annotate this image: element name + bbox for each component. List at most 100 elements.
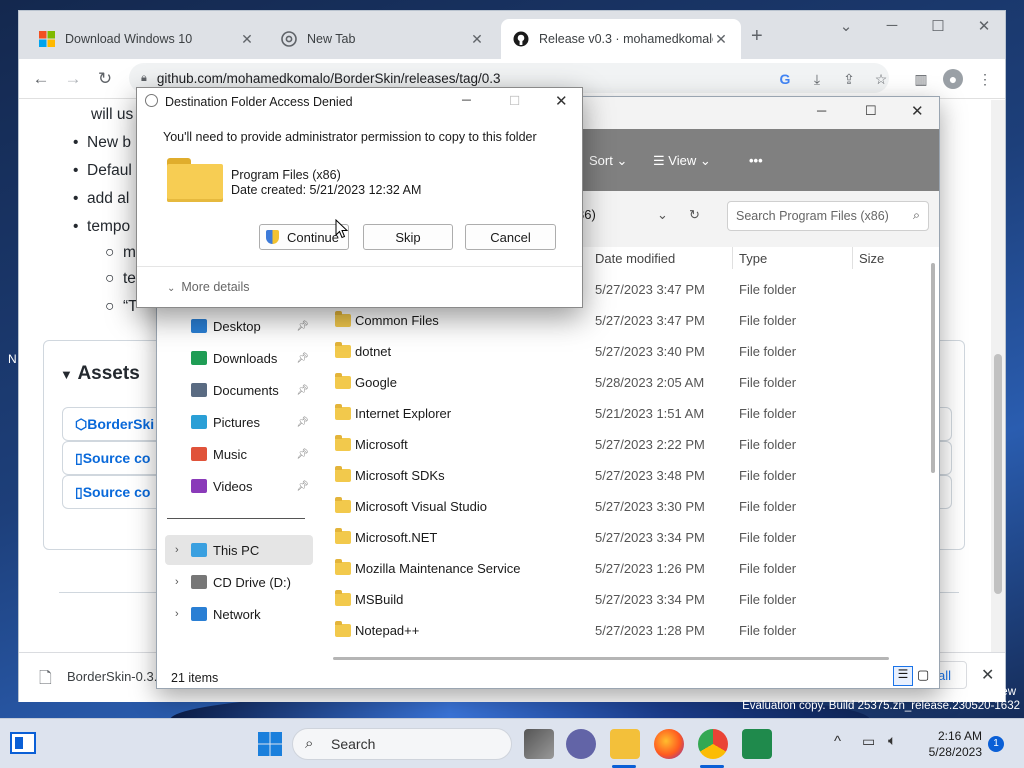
page-scrollbar[interactable] bbox=[991, 100, 1005, 652]
skip-button[interactable]: Skip bbox=[363, 224, 453, 250]
file-row[interactable]: Microsoft Visual Studio 5/27/2023 3:30 PM… bbox=[333, 492, 923, 523]
close-tab-icon[interactable]: ✕ bbox=[713, 31, 729, 48]
windows-logo-icon bbox=[39, 31, 55, 47]
close-window-icon[interactable]: ✕ bbox=[911, 102, 924, 120]
close-window-icon[interactable]: ✕ bbox=[969, 17, 999, 39]
nav-item-label: Pictures bbox=[213, 414, 260, 430]
side-panel-icon[interactable]: ▥ bbox=[911, 69, 931, 89]
store-icon[interactable] bbox=[742, 729, 772, 759]
chevron-right-icon[interactable]: › bbox=[175, 544, 179, 556]
start-windows-icon[interactable] bbox=[255, 729, 285, 759]
file-explorer-icon[interactable] bbox=[610, 729, 640, 759]
nav-item-desktop[interactable]: Desktop 📌︎ bbox=[165, 311, 313, 341]
file-row[interactable]: Notepad++ 5/27/2023 1:28 PM File folder bbox=[333, 616, 923, 647]
nav-item-downloads[interactable]: Downloads 📌︎ bbox=[165, 343, 313, 373]
list-scrollbar[interactable] bbox=[931, 263, 935, 473]
horizontal-scrollbar[interactable] bbox=[333, 657, 889, 660]
refresh-icon[interactable]: ↻ bbox=[689, 207, 700, 223]
bookmark-star-icon[interactable]: ☆ bbox=[871, 69, 891, 89]
folder-name: Program Files (x86) bbox=[231, 168, 341, 182]
cancel-button[interactable]: Cancel bbox=[465, 224, 556, 250]
pin-icon[interactable]: 📌︎ bbox=[296, 385, 309, 396]
maximize-icon[interactable]: ☐ bbox=[923, 17, 953, 39]
minimize-icon[interactable]: ─ bbox=[462, 93, 471, 107]
widgets-icon[interactable] bbox=[10, 732, 36, 754]
close-tab-icon[interactable]: ✕ bbox=[239, 31, 255, 48]
text-line: will us bbox=[91, 106, 134, 123]
show-hidden-icons-icon[interactable]: ^ bbox=[834, 733, 841, 750]
chevron-right-icon[interactable]: › bbox=[175, 608, 179, 620]
reload-icon[interactable]: ↻ bbox=[93, 67, 117, 91]
details-view-icon[interactable]: ☰ bbox=[893, 666, 913, 686]
profile-avatar-icon[interactable]: ● bbox=[943, 69, 963, 89]
more-details-toggle[interactable]: ⌄ More details bbox=[167, 280, 249, 294]
nav-item-music[interactable]: Music 📌︎ bbox=[165, 439, 313, 469]
nav-item-videos[interactable]: Videos 📌︎ bbox=[165, 471, 313, 501]
file-date: 5/21/2023 1:51 AM bbox=[595, 406, 705, 421]
download-item[interactable]: BorderSkin-0.3.: bbox=[67, 669, 161, 684]
tree-item-this-pc[interactable]: › This PC bbox=[165, 535, 313, 565]
tab-release[interactable]: Release v0.3 · mohamedkomalo/ ✕ bbox=[501, 19, 741, 59]
tree-item-cd-drive-d[interactable]: › CD Drive (D:) bbox=[165, 567, 313, 597]
volume-icon[interactable]: 🔈︎ bbox=[888, 732, 896, 749]
column-date-modified[interactable]: Date modified bbox=[595, 251, 675, 266]
taskbar-search[interactable]: ⌕ Search bbox=[292, 728, 512, 760]
task-view-icon[interactable] bbox=[524, 729, 554, 759]
tree-item-network[interactable]: › Network bbox=[165, 599, 313, 629]
pin-icon[interactable]: 📌︎ bbox=[296, 321, 309, 332]
menu-kebab-icon[interactable]: ⋮ bbox=[975, 69, 995, 89]
back-icon[interactable]: ← bbox=[29, 67, 53, 91]
text-line: ○ te bbox=[105, 270, 136, 287]
minimize-icon[interactable]: ─ bbox=[817, 103, 826, 118]
tab-new-tab[interactable]: New Tab ✕ bbox=[269, 19, 497, 59]
pin-icon[interactable]: 📌︎ bbox=[296, 481, 309, 492]
view-button[interactable]: ☰ View ⌄ bbox=[653, 153, 711, 169]
install-app-icon[interactable]: ⤓ bbox=[807, 69, 827, 89]
scrollbar-thumb[interactable] bbox=[994, 354, 1002, 594]
more-options-icon[interactable]: ••• bbox=[749, 153, 763, 168]
file-row[interactable]: Common Files 5/27/2023 3:47 PM File folder bbox=[333, 306, 923, 337]
tab-download-windows[interactable]: Download Windows 10 ✕ bbox=[27, 19, 267, 59]
pin-icon[interactable]: 📌︎ bbox=[296, 449, 309, 460]
nav-item-pictures[interactable]: Pictures 📌︎ bbox=[165, 407, 313, 437]
file-row[interactable]: Mozilla Maintenance Service 5/27/2023 1:2… bbox=[333, 554, 923, 585]
new-tab-icon[interactable]: + bbox=[751, 25, 763, 48]
watermark-line: Evaluation copy. Build 25375.zn_release.… bbox=[742, 700, 1020, 712]
file-row[interactable]: Internet Explorer 5/21/2023 1:51 AM File f… bbox=[333, 399, 923, 430]
file-row[interactable]: dotnet 5/27/2023 3:40 PM File folder bbox=[333, 337, 923, 368]
network-status-icon[interactable]: ▭ bbox=[862, 733, 875, 750]
column-size[interactable]: Size bbox=[859, 251, 884, 266]
notification-badge[interactable]: 1 bbox=[988, 736, 1004, 752]
text-line: • New b bbox=[73, 134, 131, 151]
nav-divider bbox=[167, 518, 305, 519]
pin-icon[interactable]: 📌︎ bbox=[296, 353, 309, 364]
google-lens-icon[interactable]: G bbox=[775, 69, 795, 89]
firefox-icon[interactable] bbox=[654, 729, 684, 759]
file-row[interactable]: Google 5/28/2023 2:05 AM File folder bbox=[333, 368, 923, 399]
close-tab-icon[interactable]: ✕ bbox=[469, 31, 485, 48]
file-row[interactable]: Microsoft 5/27/2023 2:22 PM File folder bbox=[333, 430, 923, 461]
nav-item-documents[interactable]: Documents 📌︎ bbox=[165, 375, 313, 405]
forward-icon[interactable]: → bbox=[61, 67, 85, 91]
clock[interactable]: 2:16 AM 5/28/2023 bbox=[918, 728, 982, 760]
assets-heading[interactable]: ▼ Assets bbox=[60, 363, 140, 385]
dialog-divider bbox=[137, 266, 582, 267]
file-row[interactable]: Microsoft SDKs 5/27/2023 3:48 PM File fold… bbox=[333, 461, 923, 492]
minimize-icon[interactable]: ─ bbox=[877, 17, 907, 39]
pin-icon[interactable]: 📌︎ bbox=[296, 417, 309, 428]
chrome-taskbar-icon[interactable] bbox=[698, 729, 728, 759]
file-row[interactable]: MSBuild 5/27/2023 3:34 PM File folder bbox=[333, 585, 923, 616]
maximize-icon[interactable]: ☐ bbox=[865, 103, 877, 119]
close-download-bar-icon[interactable]: ✕ bbox=[981, 665, 994, 685]
search-input[interactable]: Search Program Files (x86) ⌕ bbox=[727, 201, 929, 231]
column-type[interactable]: Type bbox=[739, 251, 767, 266]
tab-search-icon[interactable]: ⌄ bbox=[831, 17, 861, 39]
tiles-view-icon[interactable]: ▢ bbox=[917, 667, 929, 683]
share-icon[interactable]: ⇪ bbox=[839, 69, 859, 89]
chevron-right-icon[interactable]: › bbox=[175, 576, 179, 588]
breadcrumb[interactable]: 86) ⌄ ↻ bbox=[577, 201, 717, 231]
file-row[interactable]: Microsoft.NET 5/27/2023 3:34 PM File folde… bbox=[333, 523, 923, 554]
chat-icon[interactable] bbox=[566, 729, 596, 759]
sort-button[interactable]: Sort ⌄ bbox=[589, 153, 627, 169]
close-dialog-icon[interactable]: ✕ bbox=[555, 92, 568, 110]
